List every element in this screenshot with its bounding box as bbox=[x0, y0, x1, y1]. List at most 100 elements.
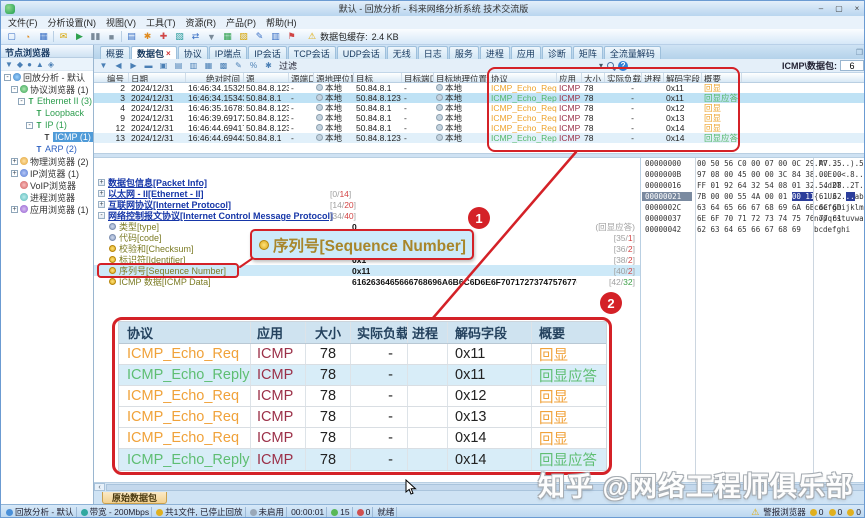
menu-item[interactable]: 工具(T) bbox=[141, 16, 181, 29]
packet-tool-icon[interactable]: ▤ bbox=[172, 60, 185, 71]
column-header[interactable]: 目标端口 bbox=[402, 73, 434, 82]
expander-icon[interactable]: + bbox=[11, 158, 18, 165]
view-tab[interactable]: IP会话 bbox=[248, 46, 287, 59]
hex-row[interactable]: 00000016 FF 01 92 64 32 54 08 01 32 54 0… bbox=[642, 180, 865, 191]
expander-icon[interactable]: - bbox=[18, 98, 25, 105]
expander-icon[interactable]: + bbox=[98, 179, 105, 186]
sep[interactable] bbox=[52, 30, 55, 43]
hex-row[interactable]: 00000000 00 50 56 C0 00 07 00 0C 29 A7 3… bbox=[642, 158, 865, 169]
tree-item[interactable]: + IP浏览器 (1) bbox=[1, 167, 93, 179]
view-tab[interactable]: 数据包 × bbox=[131, 46, 177, 59]
view-tab[interactable]: 无线 bbox=[387, 46, 417, 59]
explorer-tool-icon[interactable]: ◈ bbox=[48, 60, 54, 69]
raw-packet-tab[interactable]: 原始数据包 bbox=[102, 492, 167, 504]
view-tab[interactable]: 协议 bbox=[178, 46, 208, 59]
report-icon[interactable]: ▥ bbox=[268, 30, 283, 43]
explorer-tool-icon[interactable]: ▲ bbox=[36, 60, 44, 69]
packet-tool-icon[interactable]: ✎ bbox=[232, 60, 245, 71]
sep[interactable] bbox=[120, 30, 123, 43]
view-tab[interactable]: TCP会话 bbox=[288, 46, 336, 59]
column-header[interactable]: 实际负载 bbox=[605, 73, 642, 82]
add-filter-icon[interactable]: ✚ bbox=[156, 30, 171, 43]
replay-open-icon[interactable]: ◔ bbox=[20, 30, 35, 43]
close-button[interactable]: × bbox=[848, 2, 865, 15]
alarm-flag-icon[interactable]: ⚑ bbox=[284, 30, 299, 43]
hex-row[interactable]: 00000042 62 63 64 65 66 67 68 69 bcdefgh… bbox=[642, 224, 865, 235]
column-header[interactable]: 日期 bbox=[129, 73, 186, 82]
hex-row[interactable]: 0000000B 97 08 00 45 00 00 3C 84 38 00 0… bbox=[642, 169, 865, 180]
column-header[interactable]: 源 bbox=[244, 73, 289, 82]
decode-row[interactable]: ICMP 数据[ICMP Data] 6162636465666768696A6… bbox=[94, 276, 640, 287]
view-tab[interactable]: 矩阵 bbox=[573, 46, 603, 59]
explorer-tool-icon[interactable]: ◆ bbox=[17, 60, 23, 69]
menu-item[interactable]: 文件(F) bbox=[3, 16, 43, 29]
search-icon[interactable] bbox=[607, 62, 614, 69]
packet-tool-icon[interactable]: ▼ bbox=[97, 60, 110, 71]
packet-tool-icon[interactable]: ▬ bbox=[142, 60, 155, 71]
menu-item[interactable]: 产品(P) bbox=[221, 16, 261, 29]
matrix-icon[interactable]: ▦ bbox=[220, 30, 235, 43]
scroll-left-icon[interactable]: ‹ bbox=[94, 483, 105, 491]
column-header[interactable]: 编号 bbox=[94, 73, 129, 82]
view-tab[interactable]: 应用 bbox=[511, 46, 541, 59]
tree-item[interactable]: ICMP (1) bbox=[1, 131, 93, 143]
packet-tool-icon[interactable]: ▣ bbox=[157, 60, 170, 71]
menu-item[interactable]: 分析设置(N) bbox=[43, 16, 102, 29]
explorer-tool-icon[interactable]: ● bbox=[27, 60, 32, 69]
menu-item[interactable]: 资源(R) bbox=[181, 16, 222, 29]
column-header[interactable]: 源地理位置 bbox=[314, 73, 354, 82]
hex-row[interactable]: 00000037 6E 6F 70 71 72 73 74 75 76 77 6… bbox=[642, 213, 865, 224]
adapter-icon[interactable]: ⇄ bbox=[188, 30, 203, 43]
tree-item[interactable]: - 回放分析 - 默认 bbox=[1, 71, 93, 83]
packet-tool-icon[interactable]: ✱ bbox=[262, 60, 275, 71]
expander-icon[interactable]: + bbox=[11, 170, 18, 177]
hex-row[interactable]: 00000021 7B 00 00 55 4A 00 01 00 11 61 6… bbox=[642, 191, 865, 202]
explorer-tool-icon[interactable]: ▼ bbox=[5, 60, 13, 69]
tree-item[interactable]: 进程浏览器 bbox=[1, 191, 93, 203]
view-tab[interactable]: IP端点 bbox=[209, 46, 248, 59]
horizontal-scrollbar[interactable]: ‹ bbox=[94, 482, 865, 491]
minimize-button[interactable]: – bbox=[812, 2, 830, 15]
pane-layout-icon[interactable]: ❒ bbox=[856, 48, 863, 57]
start-icon[interactable]: ▶ bbox=[72, 30, 87, 43]
stop-icon[interactable]: ■ bbox=[104, 30, 119, 43]
export-icon[interactable]: ✉ bbox=[56, 30, 71, 43]
tree-item[interactable]: + 应用浏览器 (1) bbox=[1, 203, 93, 215]
packet-tool-icon[interactable]: ◀ bbox=[112, 60, 125, 71]
column-header[interactable]: 进程 bbox=[642, 73, 664, 82]
packet-tool-icon[interactable]: % bbox=[247, 60, 260, 71]
tree-item[interactable]: + 物理浏览器 (2) bbox=[1, 155, 93, 167]
column-header[interactable]: 源端口 bbox=[289, 73, 314, 82]
packet-tool-icon[interactable]: ▥ bbox=[187, 60, 200, 71]
expander-icon[interactable]: + bbox=[98, 201, 105, 208]
menu-item[interactable]: 帮助(H) bbox=[261, 16, 302, 29]
alert-label[interactable]: 警报浏览器 bbox=[763, 506, 806, 518]
hex-row[interactable]: 0000002C 63 64 65 66 67 68 69 6A 6B 6C 6… bbox=[642, 202, 865, 213]
save-icon[interactable]: ▦ bbox=[36, 30, 51, 43]
column-header[interactable]: 绝对时间 bbox=[186, 73, 244, 82]
view-tab[interactable]: 全流量解码 bbox=[604, 46, 661, 59]
expander-icon[interactable]: - bbox=[26, 122, 33, 129]
column-header[interactable]: 目标地理位置 bbox=[434, 73, 489, 82]
column-header[interactable]: 协议 bbox=[489, 73, 557, 82]
folder-icon[interactable]: ▨ bbox=[236, 30, 251, 43]
search-dropdown-icon[interactable]: ▾ bbox=[599, 61, 603, 70]
packet-tool-icon[interactable]: ▩ bbox=[217, 60, 230, 71]
filter-funnel-icon[interactable]: ▼ bbox=[204, 30, 219, 43]
column-header[interactable]: 大小 bbox=[582, 73, 605, 82]
tree-item[interactable]: Loopback bbox=[1, 107, 93, 119]
analysis-profile-icon[interactable]: ▤ bbox=[124, 30, 139, 43]
new-icon[interactable]: ▢ bbox=[4, 30, 19, 43]
tab-close-icon[interactable]: × bbox=[166, 49, 171, 58]
decode-row[interactable]: 类型[type] 0 (回显应答) bbox=[94, 221, 640, 232]
column-header[interactable]: 应用 bbox=[557, 73, 582, 82]
settings-icon[interactable]: ✱ bbox=[140, 30, 155, 43]
packet-tool-icon[interactable]: ▶ bbox=[127, 60, 140, 71]
pause-icon[interactable]: ▮▮ bbox=[88, 30, 103, 43]
column-header[interactable]: 概要 bbox=[702, 73, 742, 82]
tree-item[interactable]: - IP (1) bbox=[1, 119, 93, 131]
help-icon[interactable] bbox=[618, 61, 628, 71]
view-tab[interactable]: UDP会话 bbox=[337, 46, 386, 59]
packet-row[interactable]: 13 2024/12/31 16:46:44.694436000 50.84.8… bbox=[94, 133, 865, 143]
column-header[interactable]: 目标 bbox=[354, 73, 402, 82]
